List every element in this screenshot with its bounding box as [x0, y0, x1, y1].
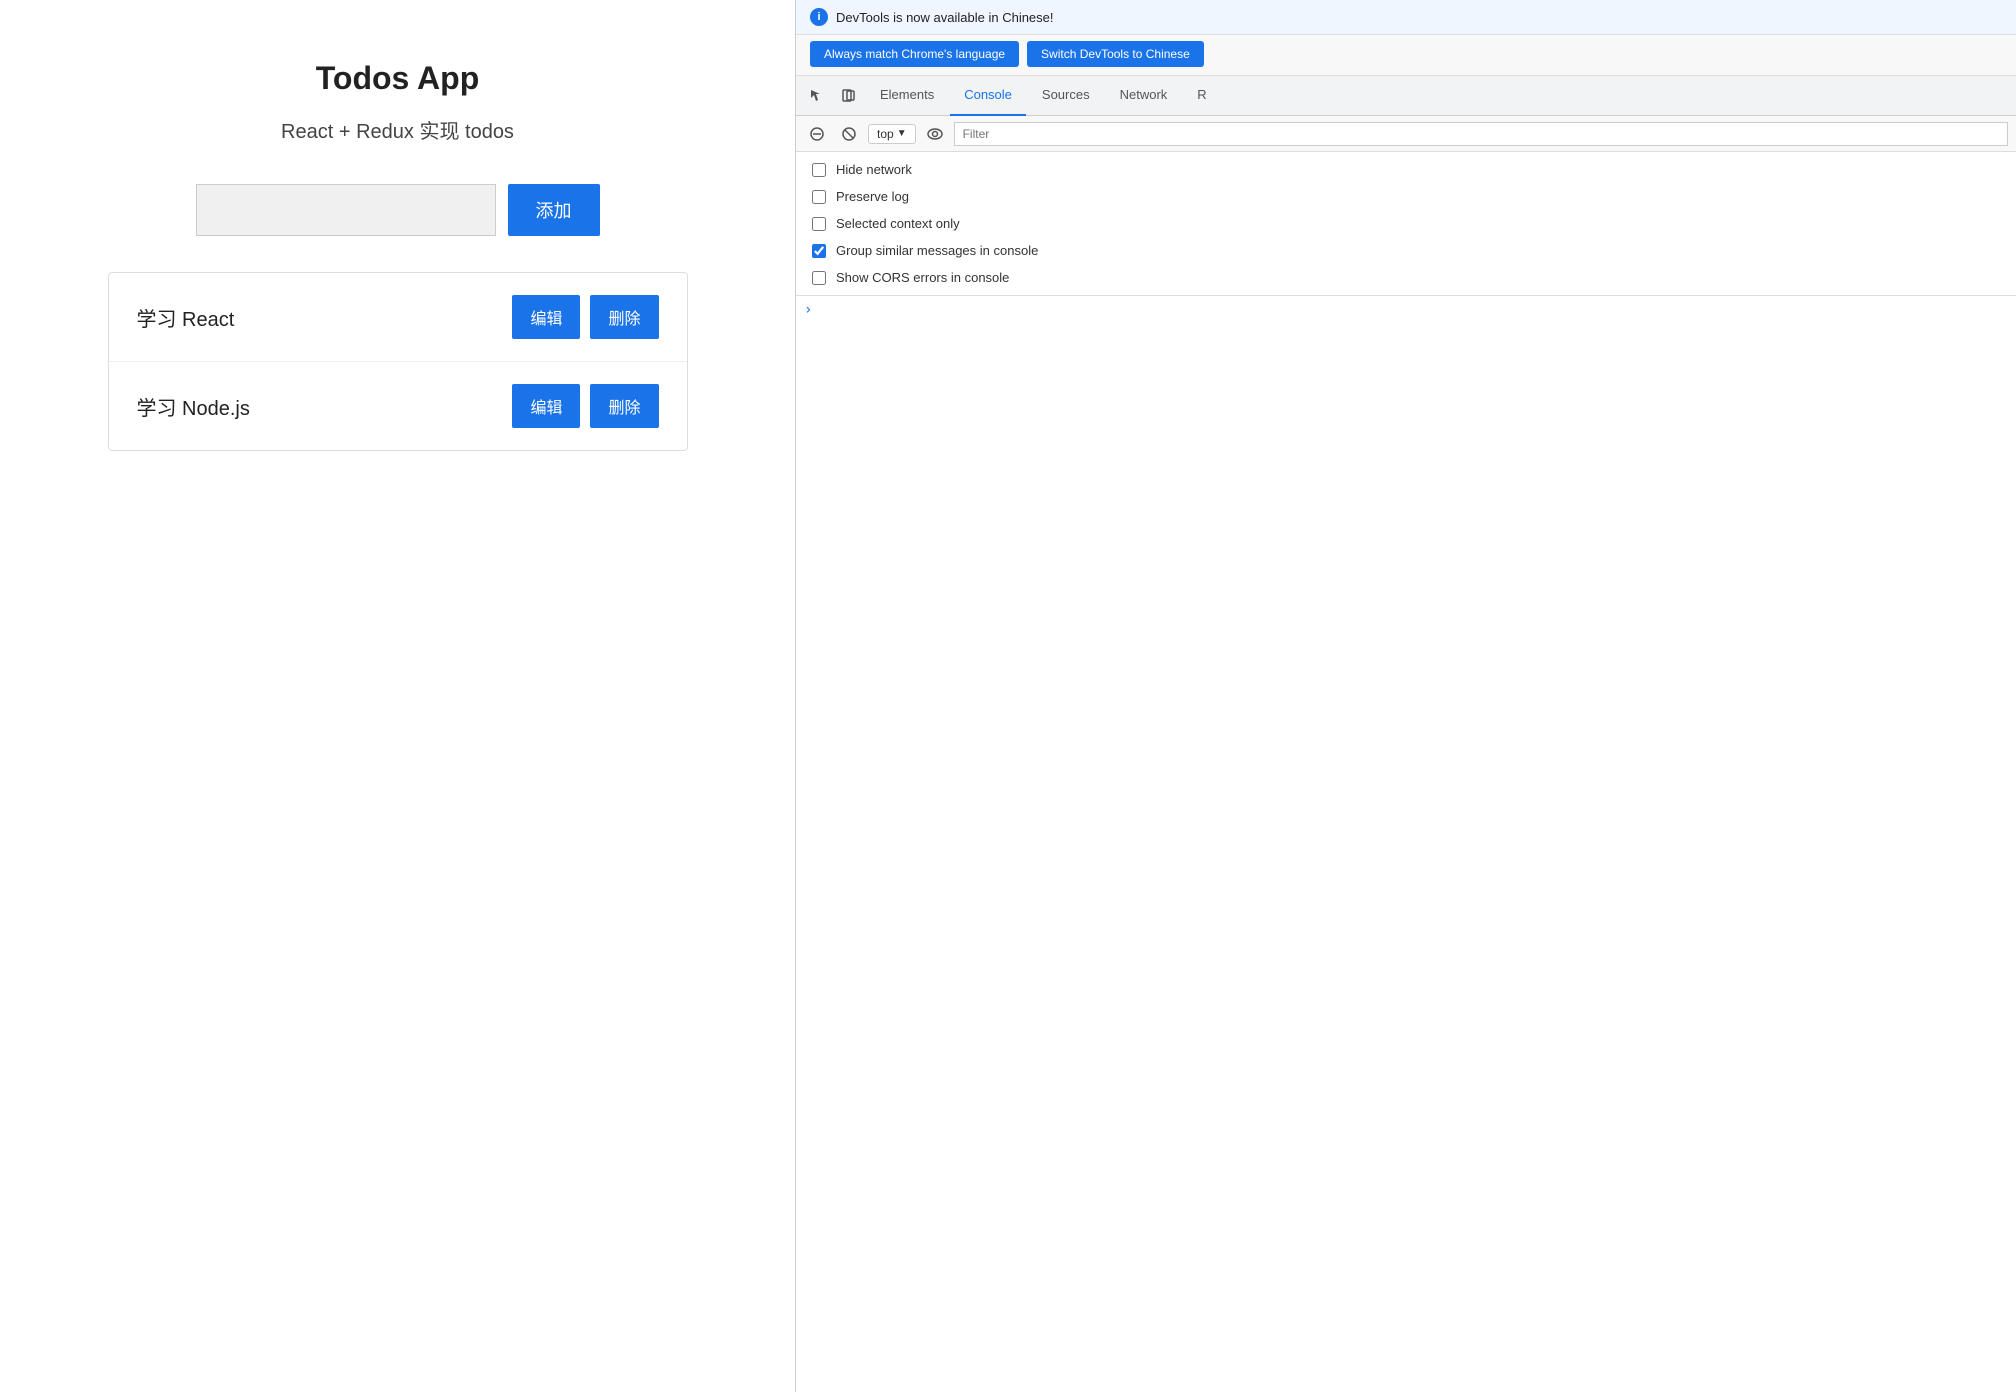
- info-icon: i: [810, 8, 828, 26]
- delete-button[interactable]: 删除: [590, 384, 658, 428]
- switch-language-button[interactable]: Switch DevTools to Chinese: [1027, 41, 1204, 67]
- setting-selected-context[interactable]: Selected context only: [812, 216, 2000, 231]
- cors-errors-checkbox[interactable]: [812, 271, 826, 285]
- preserve-log-checkbox[interactable]: [812, 190, 826, 204]
- setting-label: Show CORS errors in console: [836, 270, 1009, 285]
- setting-hide-network[interactable]: Hide network: [812, 162, 2000, 177]
- chevron-down-icon: ▼: [897, 128, 907, 139]
- setting-cors-errors[interactable]: Show CORS errors in console: [812, 270, 2000, 285]
- tab-elements[interactable]: Elements: [866, 76, 948, 116]
- app-area: Todos App React + Redux 实现 todos 添加 学习 R…: [0, 0, 795, 1392]
- add-button[interactable]: 添加: [508, 184, 600, 236]
- tab-more[interactable]: R: [1183, 76, 1220, 116]
- eye-icon[interactable]: [922, 121, 948, 147]
- selected-context-checkbox[interactable]: [812, 217, 826, 231]
- edit-button[interactable]: 编辑: [512, 384, 580, 428]
- group-similar-checkbox[interactable]: [812, 244, 826, 258]
- context-selector[interactable]: top ▼: [868, 124, 916, 144]
- tab-sources[interactable]: Sources: [1028, 76, 1104, 116]
- delete-button[interactable]: 删除: [590, 295, 658, 339]
- devtools-tabs: Elements Console Sources Network R: [796, 76, 2016, 116]
- setting-label: Hide network: [836, 162, 912, 177]
- devtools-notification: i DevTools is now available in Chinese!: [796, 0, 2016, 35]
- todo-text: 学习 React: [137, 303, 235, 332]
- prompt-arrow-icon: ›: [804, 302, 812, 318]
- console-body: ›: [796, 296, 2016, 1392]
- device-toolbar-icon[interactable]: [834, 81, 864, 111]
- app-title: Todos App: [316, 60, 480, 97]
- devtools-lang-buttons: Always match Chrome's language Switch De…: [796, 35, 2016, 76]
- devtools-panel: i DevTools is now available in Chinese! …: [795, 0, 2016, 1392]
- app-subtitle: React + Redux 实现 todos: [281, 115, 514, 144]
- todo-item: 学习 Node.js 编辑 删除: [109, 362, 687, 450]
- match-language-button[interactable]: Always match Chrome's language: [810, 41, 1019, 67]
- todo-actions: 编辑 删除: [512, 384, 658, 428]
- inspect-element-icon[interactable]: [802, 81, 832, 111]
- hide-network-checkbox[interactable]: [812, 163, 826, 177]
- notification-text: DevTools is now available in Chinese!: [836, 10, 1054, 25]
- filter-input[interactable]: [954, 122, 2008, 146]
- setting-label: Selected context only: [836, 216, 960, 231]
- settings-dropdown: Hide network Preserve log Selected conte…: [796, 152, 2016, 296]
- block-icon[interactable]: [836, 121, 862, 147]
- todo-list: 学习 React 编辑 删除 学习 Node.js 编辑 删除: [108, 272, 688, 451]
- add-row: 添加: [196, 184, 600, 236]
- console-toolbar: top ▼: [796, 116, 2016, 152]
- todo-text: 学习 Node.js: [137, 392, 250, 421]
- todo-item: 学习 React 编辑 删除: [109, 273, 687, 362]
- todo-actions: 编辑 删除: [512, 295, 658, 339]
- setting-label: Preserve log: [836, 189, 909, 204]
- setting-preserve-log[interactable]: Preserve log: [812, 189, 2000, 204]
- setting-label: Group similar messages in console: [836, 243, 1038, 258]
- todo-input[interactable]: [196, 184, 496, 236]
- clear-console-button[interactable]: [804, 121, 830, 147]
- context-label: top: [877, 127, 894, 141]
- tab-console[interactable]: Console: [950, 76, 1026, 116]
- setting-group-similar[interactable]: Group similar messages in console: [812, 243, 2000, 258]
- edit-button[interactable]: 编辑: [512, 295, 580, 339]
- tab-network[interactable]: Network: [1106, 76, 1182, 116]
- console-prompt: ›: [804, 302, 2008, 318]
